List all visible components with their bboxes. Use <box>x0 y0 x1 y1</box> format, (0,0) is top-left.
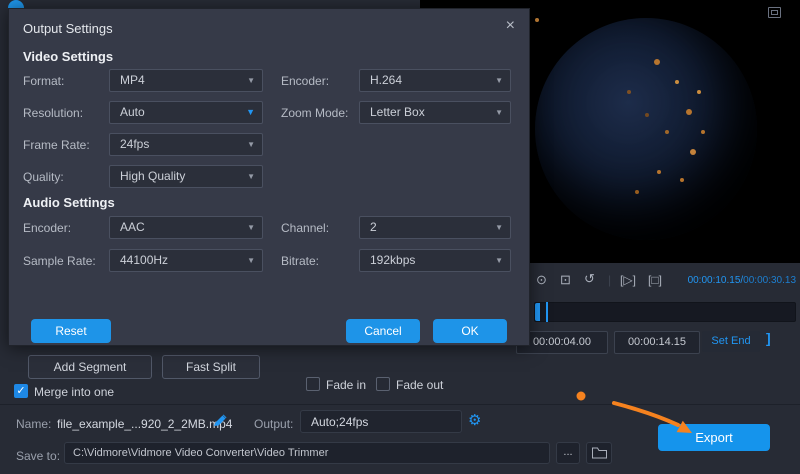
frame-icon[interactable]: ⊡ <box>560 272 571 288</box>
set-end-bracket-icon[interactable]: ] <box>766 330 771 346</box>
controls-divider: | <box>608 273 611 287</box>
audio-encoder-value: AAC <box>120 220 145 234</box>
encoder-dropdown[interactable]: H.264 ▼ <box>359 69 511 92</box>
chevron-down-icon: ▼ <box>495 102 503 123</box>
audio-settings-header: Audio Settings <box>23 195 115 210</box>
quality-label: Quality: <box>23 170 64 184</box>
chevron-down-icon: ▼ <box>247 70 255 91</box>
bitrate-dropdown[interactable]: 192kbps ▼ <box>359 249 511 272</box>
add-segment-button[interactable]: Add Segment <box>28 355 152 379</box>
footer-divider <box>0 404 800 405</box>
fade-in-label: Fade in <box>326 378 366 392</box>
format-dropdown[interactable]: MP4 ▼ <box>109 69 263 92</box>
dialog-title: Output Settings <box>23 21 113 36</box>
fast-split-button[interactable]: Fast Split <box>162 355 260 379</box>
chevron-down-icon: ▼ <box>246 102 255 123</box>
fade-out-label: Fade out <box>396 378 443 392</box>
fullscreen-icon[interactable] <box>768 7 781 18</box>
ok-button[interactable]: OK <box>433 319 507 343</box>
frame-rate-value: 24fps <box>120 137 149 151</box>
close-icon[interactable]: × <box>506 17 515 35</box>
channel-value: 2 <box>370 220 377 234</box>
chevron-down-icon: ▼ <box>247 166 255 187</box>
video-settings-header: Video Settings <box>23 49 113 64</box>
quality-dropdown[interactable]: High Quality ▼ <box>109 165 263 188</box>
reset-button[interactable]: Reset <box>31 319 111 343</box>
name-label: Name: <box>16 417 51 431</box>
edit-name-icon[interactable] <box>213 414 227 433</box>
merge-checkbox[interactable]: ✓ <box>14 384 28 398</box>
chevron-down-icon: ▼ <box>247 217 255 238</box>
audio-encoder-label: Encoder: <box>23 221 71 235</box>
save-to-label: Save to: <box>16 449 60 463</box>
encoder-label: Encoder: <box>281 74 329 88</box>
sample-rate-label: Sample Rate: <box>23 254 96 268</box>
rotate-reset-icon[interactable]: ↺ <box>584 271 595 287</box>
chevron-down-icon: ▼ <box>495 250 503 271</box>
crosshair-icon[interactable]: ⊙ <box>536 272 547 288</box>
output-label: Output: <box>254 417 293 431</box>
encoder-value: H.264 <box>370 73 402 87</box>
format-value: MP4 <box>120 73 145 87</box>
current-time: 00:00:10.15 <box>688 275 741 286</box>
fade-out-checkbox[interactable] <box>376 377 390 391</box>
chevron-down-icon: ▼ <box>495 217 503 238</box>
chevron-down-icon: ▼ <box>247 134 255 155</box>
format-label: Format: <box>23 74 64 88</box>
sample-rate-value: 44100Hz <box>120 253 168 267</box>
file-name: file_example_...920_2_2MB.mp4 <box>57 417 232 431</box>
end-time-field[interactable]: 00:00:14.15 <box>614 331 700 354</box>
output-settings-dialog: Output Settings × Video Settings Format:… <box>8 8 530 346</box>
fade-in-checkbox[interactable] <box>306 377 320 391</box>
stop-segment-icon[interactable]: [□] <box>648 273 662 287</box>
merge-label: Merge into one <box>34 385 114 399</box>
open-folder-button[interactable] <box>586 442 612 464</box>
quality-value: High Quality <box>120 169 185 183</box>
gear-icon[interactable]: ⚙ <box>468 411 481 429</box>
check-icon: ✓ <box>16 385 25 397</box>
app-window: ⊙ ⊡ ↺ | [▷] [□] 00:00:10.15/00:00:30.13 … <box>0 0 800 474</box>
cancel-button[interactable]: Cancel <box>346 319 420 343</box>
chevron-down-icon: ▼ <box>495 70 503 91</box>
sample-rate-dropdown[interactable]: 44100Hz ▼ <box>109 249 263 272</box>
resolution-label: Resolution: <box>23 106 83 120</box>
browse-button[interactable]: ... <box>556 442 580 464</box>
play-segment-icon[interactable]: [▷] <box>620 273 636 287</box>
bitrate-value: 192kbps <box>370 253 415 267</box>
bitrate-label: Bitrate: <box>281 254 319 268</box>
playhead[interactable] <box>546 302 548 322</box>
zoom-mode-label: Zoom Mode: <box>281 106 348 120</box>
set-end-button[interactable]: Set End <box>702 331 760 352</box>
save-path-field[interactable]: C:\Vidmore\Vidmore Video Converter\Video… <box>64 442 550 464</box>
export-button[interactable]: Export <box>658 424 770 451</box>
channel-label: Channel: <box>281 221 329 235</box>
zoom-mode-value: Letter Box <box>370 105 425 119</box>
city-lights-decoration <box>535 18 539 22</box>
zoom-mode-dropdown[interactable]: Letter Box ▼ <box>359 101 511 124</box>
output-profile-field[interactable]: Auto;24fps <box>300 410 462 433</box>
audio-encoder-dropdown[interactable]: AAC ▼ <box>109 216 263 239</box>
resolution-value: Auto <box>120 105 145 119</box>
resolution-dropdown[interactable]: Auto ▼ <box>109 101 263 124</box>
trim-start-handle[interactable] <box>535 303 540 321</box>
timeline-track[interactable] <box>534 302 796 322</box>
earth-preview-image <box>535 18 757 240</box>
channel-dropdown[interactable]: 2 ▼ <box>359 216 511 239</box>
frame-rate-label: Frame Rate: <box>23 138 90 152</box>
time-display: 00:00:10.15/00:00:30.13 <box>666 275 796 286</box>
chevron-down-icon: ▼ <box>247 250 255 271</box>
frame-rate-dropdown[interactable]: 24fps ▼ <box>109 133 263 156</box>
total-time: 00:00:30.13 <box>743 275 796 286</box>
